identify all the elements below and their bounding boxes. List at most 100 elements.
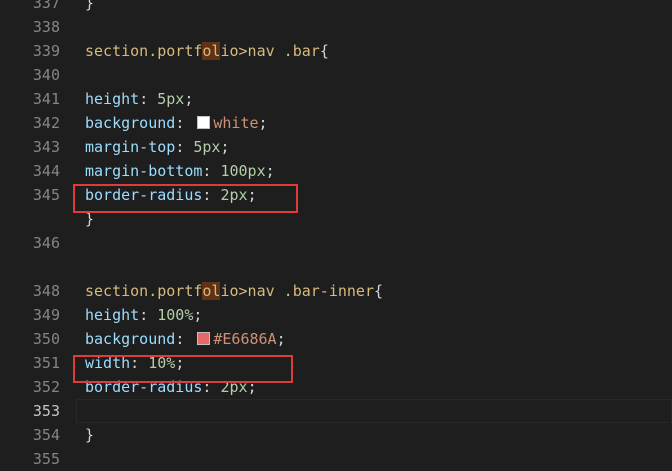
- code-line[interactable]: [0, 255, 672, 279]
- line-number: 346: [32, 234, 60, 252]
- line-number: 345: [32, 186, 60, 204]
- code-text: border-radius: 2px;: [85, 375, 257, 399]
- code-token: 5px: [193, 138, 221, 156]
- line-number: 350: [32, 330, 60, 348]
- line-number: 348: [32, 282, 60, 300]
- code-token: margin-top: [85, 138, 176, 156]
- code-line[interactable]: 343 margin-top: 5px;: [0, 135, 672, 159]
- code-token: height: [85, 306, 140, 324]
- code-token: border-radius: [85, 378, 203, 396]
- code-token: height: [85, 90, 140, 108]
- code-editor[interactable]: 337} 338 339 section.portfolio>nav .bar{340…: [0, 0, 672, 468]
- current-line-highlight: [76, 399, 672, 423]
- code-text: }: [85, 0, 94, 15]
- code-token: ;: [265, 162, 275, 180]
- line-number: 352: [32, 378, 60, 396]
- code-token: 100px: [220, 162, 266, 180]
- code-line[interactable]: 341 height: 5px;: [0, 87, 672, 111]
- code-text: section.portfolio>nav .bar-inner{: [85, 279, 383, 303]
- code-line[interactable]: 355: [0, 447, 672, 471]
- code-token: :: [175, 330, 194, 348]
- code-token: 2px: [220, 378, 248, 396]
- code-token: :: [202, 162, 221, 180]
- code-line[interactable]: 350 background: #E6686A;: [0, 327, 672, 351]
- code-token: ;: [247, 378, 257, 396]
- line-number: 355: [32, 450, 60, 468]
- code-token: {: [319, 42, 329, 60]
- code-token: white: [213, 114, 259, 132]
- code-token: io>nav .bar: [220, 42, 320, 60]
- code-token: :: [139, 90, 158, 108]
- code-token: border-radius: [85, 186, 203, 204]
- code-line[interactable]: 354}: [0, 423, 672, 447]
- code-token: section.portf: [85, 42, 203, 60]
- code-line[interactable]: 349 height: 100%;: [0, 303, 672, 327]
- line-number: 341: [32, 90, 60, 108]
- code-token: 5px: [157, 90, 185, 108]
- code-line[interactable]: 340: [0, 63, 672, 87]
- code-line[interactable]: 345 border-radius: 2px;: [0, 183, 672, 207]
- code-text: width: 10%;: [85, 351, 184, 375]
- line-number: 343: [32, 138, 60, 156]
- code-token: ol: [202, 282, 221, 300]
- code-token: margin-bottom: [85, 162, 203, 180]
- line-number: 349: [32, 306, 60, 324]
- color-swatch[interactable]: [197, 116, 211, 129]
- code-line[interactable]: 348 section.portfolio>nav .bar-inner{: [0, 279, 672, 303]
- code-token: ;: [193, 306, 203, 324]
- code-token: {: [374, 282, 384, 300]
- code-line[interactable]: 352 border-radius: 2px;: [0, 375, 672, 399]
- line-number: 354: [32, 426, 60, 444]
- code-token: ;: [276, 330, 286, 348]
- code-token: section.portf: [85, 282, 203, 300]
- code-line[interactable]: }: [0, 207, 672, 231]
- code-token: :: [175, 138, 194, 156]
- code-text: }: [85, 207, 94, 231]
- code-text: background: white;: [85, 111, 268, 135]
- code-token: ol: [202, 42, 221, 60]
- code-token: #E6686A: [213, 330, 277, 348]
- line-number: 351: [32, 354, 60, 372]
- code-text: margin-bottom: 100px;: [85, 159, 275, 183]
- code-token: :: [130, 354, 149, 372]
- code-line[interactable]: 338: [0, 15, 672, 39]
- code-text: }: [85, 423, 94, 447]
- code-token: }: [85, 210, 95, 228]
- code-line[interactable]: 337}: [0, 0, 672, 15]
- code-token: 100%: [157, 306, 194, 324]
- code-line[interactable]: 353: [0, 399, 672, 423]
- code-line[interactable]: 346: [0, 231, 672, 255]
- line-number: 353: [32, 402, 60, 420]
- code-token: :: [139, 306, 158, 324]
- code-token: }: [85, 0, 95, 12]
- code-token: :: [202, 378, 221, 396]
- code-token: width: [85, 354, 131, 372]
- code-token: ;: [220, 138, 230, 156]
- line-number: 339: [32, 42, 60, 60]
- code-text: background: #E6686A;: [85, 327, 286, 351]
- line-number: 338: [32, 18, 60, 36]
- code-text: section.portfolio>nav .bar{: [85, 39, 329, 63]
- code-token: background: [85, 114, 176, 132]
- code-line[interactable]: 339 section.portfolio>nav .bar{: [0, 39, 672, 63]
- code-text: border-radius: 2px;: [85, 183, 257, 207]
- code-token: io>nav .bar-inner: [220, 282, 374, 300]
- code-text: height: 100%;: [85, 303, 202, 327]
- code-token: :: [175, 114, 194, 132]
- code-token: ;: [247, 186, 257, 204]
- code-text: margin-top: 5px;: [85, 135, 230, 159]
- line-number: 337: [32, 0, 60, 12]
- code-line[interactable]: 344 margin-bottom: 100px;: [0, 159, 672, 183]
- code-token: ;: [175, 354, 185, 372]
- code-token: ;: [184, 90, 194, 108]
- line-number: 344: [32, 162, 60, 180]
- code-token: background: [85, 330, 176, 348]
- line-number: 342: [32, 114, 60, 132]
- code-text: height: 5px;: [85, 87, 193, 111]
- code-token: :: [202, 186, 221, 204]
- code-line[interactable]: 351 width: 10%;: [0, 351, 672, 375]
- code-token: ;: [258, 114, 268, 132]
- code-line[interactable]: 342 background: white;: [0, 111, 672, 135]
- code-token: }: [85, 426, 95, 444]
- color-swatch[interactable]: [197, 332, 211, 345]
